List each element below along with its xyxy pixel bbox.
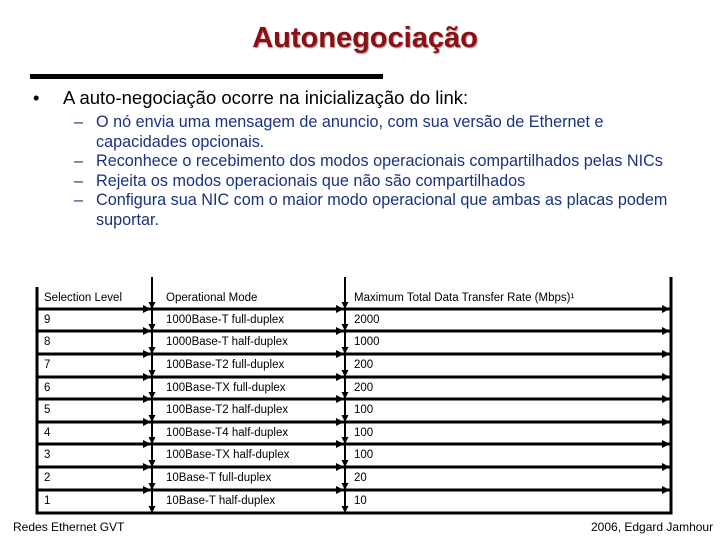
right-arrow-icon <box>662 463 670 471</box>
right-arrow-icon <box>143 327 151 335</box>
right-arrow-icon <box>336 327 344 335</box>
right-arrow-icon <box>336 463 344 471</box>
table-cell: 9 <box>44 314 51 326</box>
right-arrow-icon <box>662 440 670 448</box>
right-arrow-icon <box>662 350 670 358</box>
table-cell: 8 <box>44 336 51 348</box>
right-arrow-icon <box>662 418 670 426</box>
table-cell: 1000Base-T full-duplex <box>166 314 285 326</box>
selection-level-table: Selection Level Operational Mode Maximum T… <box>0 0 720 540</box>
table-cell: 1 <box>44 495 51 507</box>
right-arrow-icon <box>143 350 151 358</box>
table-cell: 10 <box>354 495 367 507</box>
table-cell: 100Base-TX full-duplex <box>166 382 286 394</box>
right-arrow-icon <box>662 305 670 313</box>
right-arrow-icon <box>143 463 151 471</box>
table-cell: 7 <box>44 359 51 371</box>
right-arrow-icon <box>143 395 151 403</box>
right-arrow-icon <box>336 395 344 403</box>
right-arrow-icon <box>143 486 151 494</box>
table-header-cell: Maximum Total Data Transfer Rate (Mbps)¹ <box>354 292 575 304</box>
right-arrow-icon <box>336 486 344 494</box>
table-cell: 1000 <box>354 336 380 348</box>
right-arrow-icon <box>662 327 670 335</box>
table-cell: 6 <box>44 382 51 394</box>
table-header-cell: Selection Level <box>44 292 122 304</box>
table-cell: 5 <box>44 404 51 416</box>
table-cell: 100 <box>354 427 374 439</box>
right-arrow-icon <box>662 486 670 494</box>
table-header-cell: Operational Mode <box>166 292 258 304</box>
table-cell: 1000Base-T half-duplex <box>166 336 288 348</box>
table-cell: 20 <box>354 472 367 484</box>
right-arrow-icon <box>336 373 344 381</box>
table-cell: 100Base-T4 half-duplex <box>166 427 289 439</box>
footer-course-name: Redes Ethernet GVT <box>13 520 125 534</box>
right-arrow-icon <box>143 440 151 448</box>
table-cell: 2000 <box>354 314 380 326</box>
table-cell: 100 <box>354 449 374 461</box>
table-cell: 100Base-TX half-duplex <box>166 449 290 461</box>
table-cell: 10Base-T half-duplex <box>166 495 276 507</box>
right-arrow-icon <box>143 418 151 426</box>
right-arrow-icon <box>336 305 344 313</box>
right-arrow-icon <box>662 395 670 403</box>
right-arrow-icon <box>143 305 151 313</box>
table-cell: 3 <box>44 449 51 461</box>
table-cell: 2 <box>44 472 51 484</box>
table-cell: 10Base-T full-duplex <box>166 472 272 484</box>
right-arrow-icon <box>662 373 670 381</box>
table-cell: 100Base-T2 half-duplex <box>166 404 289 416</box>
table-cell: 200 <box>354 382 374 394</box>
table-cell: 100 <box>354 404 374 416</box>
right-arrow-icon <box>336 418 344 426</box>
right-arrow-icon <box>143 373 151 381</box>
right-arrow-icon <box>336 350 344 358</box>
right-arrow-icon <box>336 440 344 448</box>
table-cell: 200 <box>354 359 374 371</box>
footer-author: 2006, Edgard Jamhour <box>591 520 714 534</box>
table-cell: 4 <box>44 427 51 439</box>
table-cell: 100Base-T2 full-duplex <box>166 359 285 371</box>
